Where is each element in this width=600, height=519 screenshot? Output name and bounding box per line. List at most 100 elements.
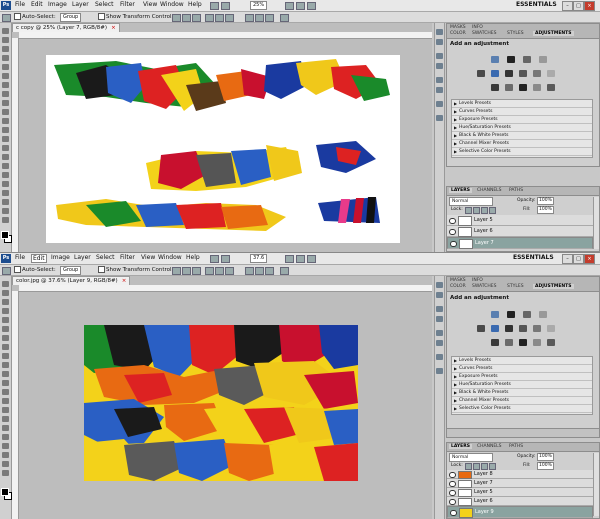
minibridge-icon[interactable] [221, 255, 230, 263]
layer-row[interactable]: Layer 7 [447, 479, 593, 488]
zoom-tool-icon[interactable] [2, 470, 9, 476]
tab-swatches[interactable]: SWATCHES [472, 31, 497, 36]
zoom-tool-icon[interactable] [296, 255, 305, 263]
layer-row-selected[interactable]: Layer 9 [447, 506, 593, 518]
close-tab-icon[interactable]: × [122, 278, 127, 284]
3d-orbit-tool-icon[interactable] [2, 199, 9, 205]
healing-tool-icon[interactable] [2, 82, 9, 88]
hand-tool-icon[interactable] [285, 255, 294, 263]
3d-rotate-tool-icon[interactable] [2, 443, 9, 449]
brush-panel-icon[interactable] [436, 53, 443, 59]
3d-rotate-tool-icon[interactable] [2, 190, 9, 196]
actions-panel-icon[interactable] [436, 292, 443, 298]
move-tool-icon[interactable] [2, 267, 11, 275]
menu-layer[interactable]: Layer [72, 1, 89, 8]
tab-color[interactable]: COLOR [450, 284, 466, 289]
zoom-tool-icon[interactable] [2, 217, 9, 223]
eraser-tool-icon[interactable] [2, 371, 9, 377]
maximize-icon[interactable]: □ [573, 1, 584, 11]
layer-row[interactable]: Layer 8 [447, 470, 593, 479]
menu-layer[interactable]: Layer [74, 254, 91, 261]
brightness-icon[interactable] [491, 311, 499, 318]
eyedropper-tool-icon[interactable] [2, 73, 9, 79]
gradient-map-icon[interactable] [533, 339, 541, 346]
photo-filter-icon[interactable] [533, 325, 541, 332]
quick-select-tool-icon[interactable] [2, 308, 9, 314]
curves-icon[interactable] [523, 311, 531, 318]
menu-filter[interactable]: Filter [120, 254, 135, 261]
tool-presets-panel-icon[interactable] [436, 101, 443, 107]
black-white-icon[interactable] [519, 70, 527, 77]
clone-stamp-tool-icon[interactable] [2, 353, 9, 359]
preset-channel-mixer[interactable]: ▶ Channel Mixer Presets [452, 140, 592, 148]
levels-icon[interactable] [507, 56, 515, 63]
auto-select-checkbox[interactable]: Auto-Select: [14, 13, 56, 20]
history-panel-icon[interactable] [436, 282, 443, 288]
clone-source-panel-icon[interactable] [436, 316, 443, 322]
marquee-tool-icon[interactable] [2, 290, 9, 296]
history-panel-icon[interactable] [436, 29, 443, 35]
selective-color-icon[interactable] [547, 84, 555, 91]
preset-levels[interactable]: ▶ Levels Presets [452, 357, 592, 365]
workspace-switcher[interactable]: ESSENTIALS [516, 1, 557, 8]
maximize-icon[interactable]: □ [573, 254, 584, 264]
brush-tool-icon[interactable] [2, 91, 9, 97]
blend-mode-dropdown[interactable]: Normal [449, 197, 493, 206]
rotate-view-icon[interactable] [307, 2, 316, 10]
dodge-tool-icon[interactable] [2, 398, 9, 404]
align-top-icon[interactable] [172, 14, 181, 22]
type-tool-icon[interactable] [2, 416, 9, 422]
document-tab[interactable]: c copy @ 25% (Layer 7, RGB/8#) × [12, 23, 120, 32]
rotate-view-icon[interactable] [307, 255, 316, 263]
vibrance-icon[interactable] [477, 70, 485, 77]
path-select-tool-icon[interactable] [2, 172, 9, 178]
color-balance-icon[interactable] [505, 70, 513, 77]
channel-mixer-icon[interactable] [547, 325, 555, 332]
black-white-icon[interactable] [519, 325, 527, 332]
preset-black-white[interactable]: ▶ Black & White Presets [452, 132, 592, 140]
lock-position-icon[interactable] [481, 463, 488, 470]
bridge-icon[interactable] [210, 255, 219, 263]
visibility-eye-icon[interactable] [449, 472, 456, 478]
distribute-horizontal-icon[interactable] [265, 14, 274, 22]
bridge-icon[interactable] [210, 2, 219, 10]
distribute-vertical-icon[interactable] [255, 14, 264, 22]
preset-black-white[interactable]: ▶ Black & White Presets [452, 389, 592, 397]
gradient-map-icon[interactable] [533, 84, 541, 91]
threshold-icon[interactable] [519, 84, 527, 91]
preset-hue-saturation[interactable]: ▶ Hue/Saturation Presets [452, 124, 592, 132]
document-tab[interactable]: color.jpg @ 37.6% (Layer 9, RGB/8#) × [12, 276, 131, 285]
auto-select-dropdown[interactable]: Group [60, 13, 82, 22]
history-brush-tool-icon[interactable] [2, 109, 9, 115]
levels-icon[interactable] [507, 311, 515, 318]
paragraph-panel-icon[interactable] [436, 340, 443, 346]
brush-panel-icon[interactable] [436, 306, 443, 312]
opacity-field[interactable]: 100% [537, 197, 554, 205]
auto-align-icon[interactable] [280, 14, 289, 22]
character-panel-icon[interactable] [436, 330, 443, 336]
align-right-icon[interactable] [225, 267, 234, 275]
curves-icon[interactable] [523, 56, 531, 63]
hand-tool-icon[interactable] [2, 208, 9, 214]
brightness-icon[interactable] [491, 56, 499, 63]
layer-row[interactable]: Layer 6 [447, 497, 593, 506]
move-tool-icon[interactable] [2, 28, 9, 34]
foreground-color-swatch[interactable] [1, 488, 9, 496]
path-select-tool-icon[interactable] [2, 425, 9, 431]
menu-image[interactable]: Image [48, 1, 67, 8]
show-transform-checkbox[interactable]: Show Transform Controls [98, 266, 174, 273]
align-right-icon[interactable] [225, 14, 234, 22]
hue-saturation-icon[interactable] [491, 70, 499, 77]
threshold-icon[interactable] [519, 339, 527, 346]
vibrance-icon[interactable] [477, 325, 485, 332]
distribute-horizontal-icon[interactable] [265, 267, 274, 275]
lock-transparency-icon[interactable] [465, 207, 472, 214]
preset-exposure[interactable]: ▶ Exposure Presets [452, 116, 592, 124]
menu-help[interactable]: Help [188, 1, 202, 8]
lasso-tool-icon[interactable] [2, 299, 9, 305]
dodge-tool-icon[interactable] [2, 145, 9, 151]
preset-hue-saturation[interactable]: ▶ Hue/Saturation Presets [452, 381, 592, 389]
layers-scrollbar[interactable] [593, 453, 599, 516]
menu-edit[interactable]: Edit [31, 254, 47, 263]
character-panel-icon[interactable] [436, 77, 443, 83]
